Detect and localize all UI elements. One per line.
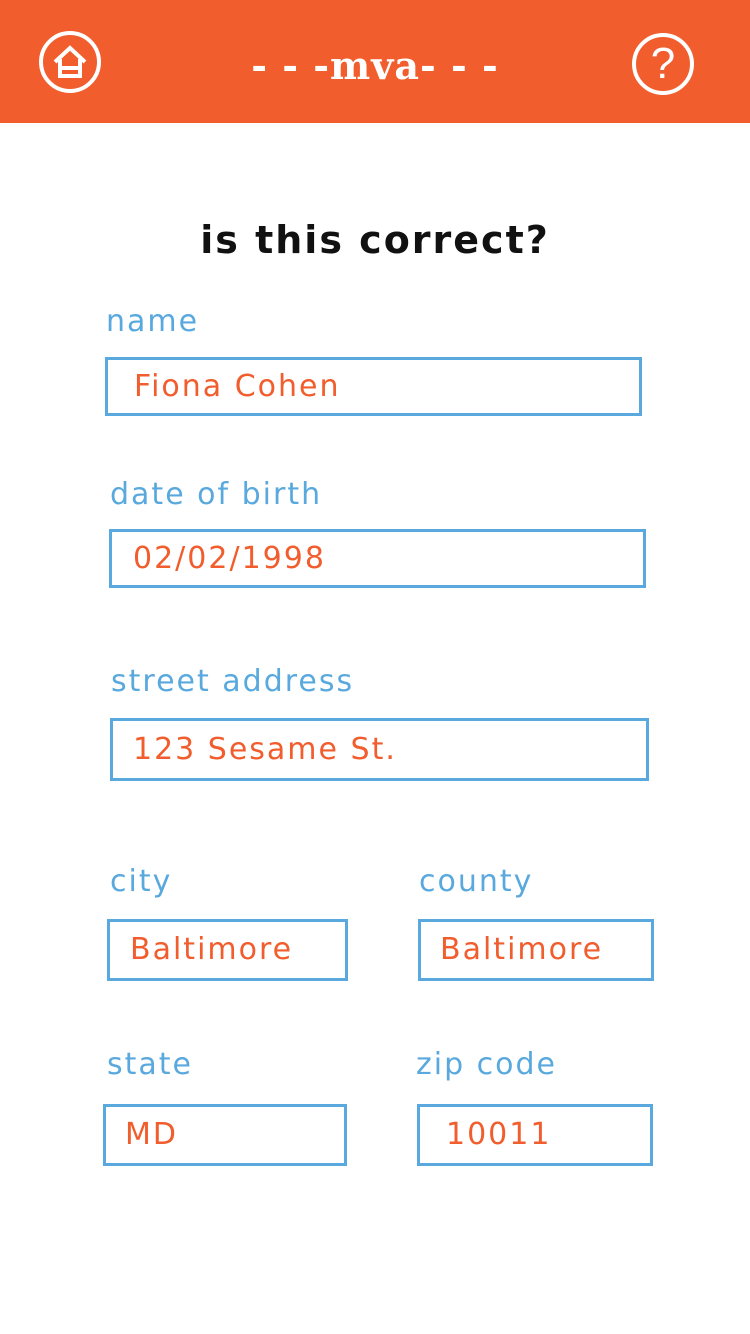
home-button[interactable] bbox=[39, 31, 101, 93]
zip-code-field[interactable]: 10011 bbox=[417, 1104, 653, 1166]
county-label: county bbox=[419, 864, 534, 899]
street-address-label: street address bbox=[111, 664, 355, 699]
city-field[interactable]: Baltimore bbox=[107, 919, 348, 981]
name-field[interactable]: Fiona Cohen bbox=[105, 357, 642, 416]
dob-label: date of birth bbox=[110, 477, 323, 512]
dob-field[interactable]: 02/02/1998 bbox=[109, 529, 646, 588]
app-brand-title: - - -mva- - - bbox=[251, 43, 499, 88]
zip-code-label: zip code bbox=[416, 1047, 558, 1082]
city-label: city bbox=[110, 864, 173, 899]
state-field[interactable]: MD bbox=[103, 1104, 347, 1166]
page-title: is this correct? bbox=[200, 218, 550, 262]
question-mark-icon: ? bbox=[650, 39, 676, 88]
home-icon bbox=[53, 45, 87, 78]
street-address-field[interactable]: 123 Sesame St. bbox=[110, 718, 649, 781]
county-field[interactable]: Baltimore bbox=[418, 919, 654, 981]
header-bar: - - -mva- - - ? bbox=[0, 0, 750, 123]
help-button[interactable]: ? bbox=[632, 33, 694, 95]
name-label: name bbox=[106, 304, 200, 339]
state-label: state bbox=[107, 1047, 193, 1082]
